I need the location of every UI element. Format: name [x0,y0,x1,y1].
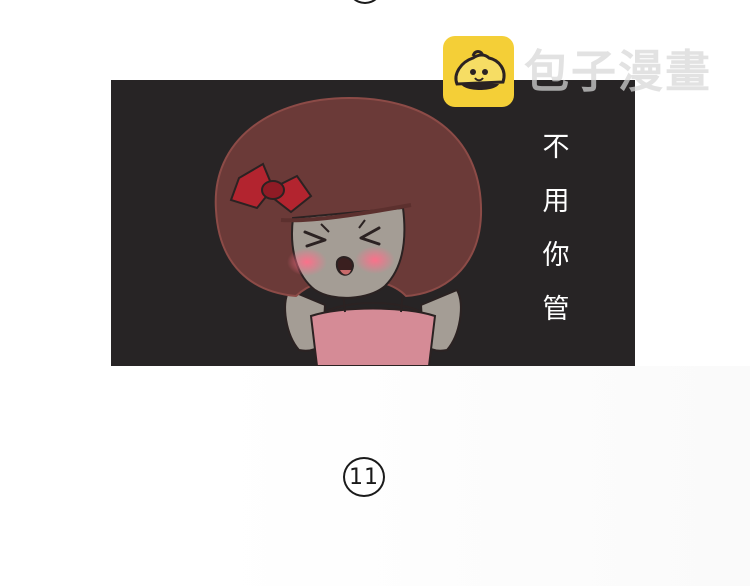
watermark-text: 包子漫畫 [524,44,713,98]
watermark: 包子漫畫 [443,35,733,107]
comic-panel: 不 用 你 管 [111,80,635,366]
bun-logo-icon [443,35,514,107]
caption-char-4: 管 [542,294,570,325]
page-background [215,366,750,586]
page-number-badge: 11 [343,457,385,497]
caption-char-2: 用 [542,186,570,217]
page-number: 11 [349,464,379,490]
vertical-caption: 不 用 你 管 [541,130,571,328]
caption-char-1: 不 [542,132,570,163]
previous-page-number-circle [347,0,383,4]
caption-char-3: 你 [542,240,570,271]
